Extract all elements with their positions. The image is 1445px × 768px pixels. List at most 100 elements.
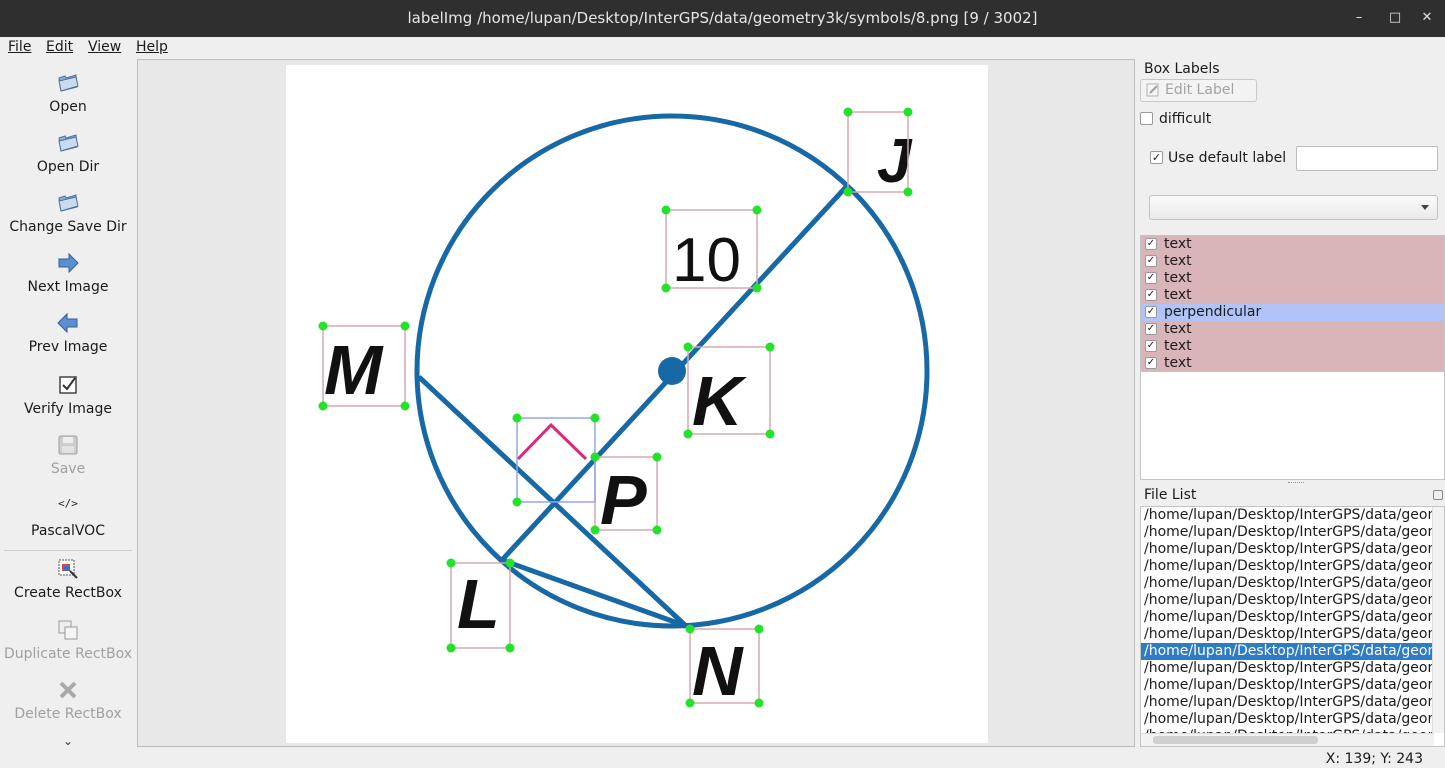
use-default-label-text: Use default label: [1168, 150, 1287, 166]
save-label: Save: [50, 461, 86, 477]
file-list-item[interactable]: /home/lupan/Desktop/InterGPS/data/geom: [1141, 660, 1433, 677]
file-list[interactable]: /home/lupan/Desktop/InterGPS/data/geom /…: [1140, 506, 1445, 747]
file-list-item[interactable]: /home/lupan/Desktop/InterGPS/data/geom: [1141, 541, 1433, 558]
file-list-item-selected[interactable]: /home/lupan/Desktop/InterGPS/data/geom: [1141, 643, 1433, 660]
menu-file[interactable]: File: [8, 39, 31, 55]
label-item-checkbox[interactable]: ✓: [1145, 323, 1157, 335]
file-list-item[interactable]: /home/lupan/Desktop/InterGPS/data/geom: [1141, 711, 1433, 728]
label-list-item-selected[interactable]: ✓ perpendicular: [1141, 304, 1444, 321]
delete-rectbox-button[interactable]: Delete RectBox: [0, 678, 136, 722]
format-label: PascalVOC: [31, 523, 105, 539]
image-canvas[interactable]: J 10 M K P L N: [137, 59, 1135, 747]
label-k: K: [692, 362, 747, 440]
file-list-item[interactable]: /home/lupan/Desktop/InterGPS/data/geom: [1141, 592, 1433, 609]
change-save-dir-button[interactable]: Change Save Dir: [0, 191, 136, 235]
duplicate-rectbox-label: Duplicate RectBox: [3, 646, 133, 662]
label-m: M: [324, 331, 384, 409]
label-item-text: perpendicular: [1164, 304, 1262, 320]
label-item-checkbox[interactable]: ✓: [1145, 238, 1157, 250]
menu-help-label: Help: [136, 39, 168, 55]
label-item-checkbox[interactable]: ✓: [1145, 255, 1157, 267]
next-image-label: Next Image: [27, 279, 109, 295]
label-list-item[interactable]: ✓ text: [1141, 287, 1444, 304]
label-item-text: text: [1164, 338, 1192, 354]
menu-file-label: File: [8, 39, 32, 55]
label-item-checkbox[interactable]: ✓: [1145, 272, 1157, 284]
file-list-horizontal-scrollbar[interactable]: [1141, 733, 1434, 746]
label-list-item[interactable]: ✓ text: [1141, 253, 1444, 270]
file-list-item[interactable]: /home/lupan/Desktop/InterGPS/data/geom: [1141, 626, 1433, 643]
label-list-item[interactable]: ✓ text: [1141, 355, 1444, 372]
file-list-item[interactable]: /home/lupan/Desktop/InterGPS/data/geom: [1141, 609, 1433, 626]
label-item-checkbox[interactable]: ✓: [1145, 306, 1157, 318]
create-rectbox-icon: [58, 559, 78, 579]
open-label: Open: [49, 99, 87, 115]
toolbar: Open Open Dir Change Save Dir Next Image…: [0, 59, 136, 748]
label-item-checkbox[interactable]: ✓: [1145, 340, 1157, 352]
file-list-item[interactable]: /home/lupan/Desktop/InterGPS/data/geom: [1141, 694, 1433, 711]
create-rectbox-button[interactable]: Create RectBox: [0, 557, 136, 601]
edit-label-text: Edit Label: [1165, 82, 1235, 98]
file-list-item[interactable]: /home/lupan/Desktop/InterGPS/data/geom: [1141, 507, 1433, 524]
edit-icon: [1146, 83, 1159, 97]
close-button[interactable]: ✕: [1417, 8, 1437, 28]
label-item-text: text: [1164, 287, 1192, 303]
file-list-item[interactable]: /home/lupan/Desktop/InterGPS/data/geom: [1141, 575, 1433, 592]
change-save-dir-label: Change Save Dir: [9, 219, 127, 235]
duplicate-icon: [58, 620, 78, 640]
default-label-input[interactable]: [1296, 146, 1438, 171]
format-toggle-button[interactable]: </> PascalVOC: [0, 495, 136, 539]
difficult-checkbox[interactable]: [1140, 112, 1153, 125]
verify-image-label: Verify Image: [23, 401, 112, 417]
open-button[interactable]: Open: [0, 71, 136, 115]
file-list-item[interactable]: /home/lupan/Desktop/InterGPS/data/geom: [1141, 524, 1433, 541]
next-image-button[interactable]: Next Image: [0, 251, 136, 295]
menu-bar: File Edit View Help: [0, 37, 1445, 59]
dock-float-icon[interactable]: [1433, 490, 1443, 500]
code-icon: </>: [58, 497, 78, 510]
file-list-item[interactable]: /home/lupan/Desktop/InterGPS/data/geom: [1141, 677, 1433, 694]
label-list-item[interactable]: ✓ text: [1141, 338, 1444, 355]
create-rectbox-label: Create RectBox: [14, 585, 122, 601]
label-item-text: text: [1164, 355, 1192, 371]
maximize-button[interactable]: □: [1385, 8, 1405, 28]
folder-open-icon: [58, 74, 79, 92]
label-10: 10: [672, 226, 741, 295]
label-l: L: [457, 565, 500, 643]
box-label-list[interactable]: ✓ text ✓ text ✓ text ✓ text ✓ perpendicular ✓…: [1140, 235, 1445, 480]
toolbar-separator: [4, 550, 132, 551]
annotated-image[interactable]: J 10 M K P L N: [286, 65, 988, 743]
use-default-label-checkbox[interactable]: ✓: [1150, 151, 1163, 164]
folder-open-icon: [58, 194, 79, 212]
label-combo-box[interactable]: [1149, 195, 1438, 220]
label-item-checkbox[interactable]: ✓: [1145, 357, 1157, 369]
label-item-text: text: [1164, 253, 1192, 269]
right-dock: Box Labels Edit Label difficult ✓ Use de…: [1135, 59, 1445, 747]
prev-image-button[interactable]: Prev Image: [0, 311, 136, 355]
label-list-item[interactable]: ✓ text: [1141, 270, 1444, 287]
difficult-label: difficult: [1159, 111, 1212, 127]
minimize-button[interactable]: –: [1349, 8, 1369, 28]
window-title: labelImg /home/lupan/Desktop/InterGPS/da…: [407, 9, 1038, 27]
dock-splitter-handle[interactable]: [1288, 482, 1304, 485]
file-list-item[interactable]: /home/lupan/Desktop/InterGPS/data/geom: [1141, 558, 1433, 575]
arrow-right-icon: [58, 252, 79, 274]
duplicate-rectbox-button[interactable]: Duplicate RectBox: [0, 618, 136, 662]
label-item-checkbox[interactable]: ✓: [1145, 289, 1157, 301]
menu-help[interactable]: Help: [136, 39, 168, 55]
verify-image-button[interactable]: Verify Image: [0, 373, 136, 417]
label-list-item[interactable]: ✓ text: [1141, 321, 1444, 338]
open-dir-button[interactable]: Open Dir: [0, 131, 136, 175]
file-list-vertical-scrollbar[interactable]: [1432, 507, 1444, 733]
menu-view[interactable]: View: [88, 39, 121, 55]
edit-label-button[interactable]: Edit Label: [1140, 79, 1257, 102]
menu-edit[interactable]: Edit: [46, 39, 73, 55]
chevron-down-icon: ⌄: [62, 734, 74, 748]
label-list-item[interactable]: ✓ text: [1141, 236, 1444, 253]
folder-open-icon: [58, 134, 79, 152]
file-list-title: File List: [1144, 487, 1197, 503]
box-labels-title: Box Labels: [1144, 61, 1220, 77]
scrollbar-thumb[interactable]: [1153, 736, 1318, 744]
save-button[interactable]: Save: [0, 433, 136, 477]
delete-rectbox-label: Delete RectBox: [14, 706, 122, 722]
